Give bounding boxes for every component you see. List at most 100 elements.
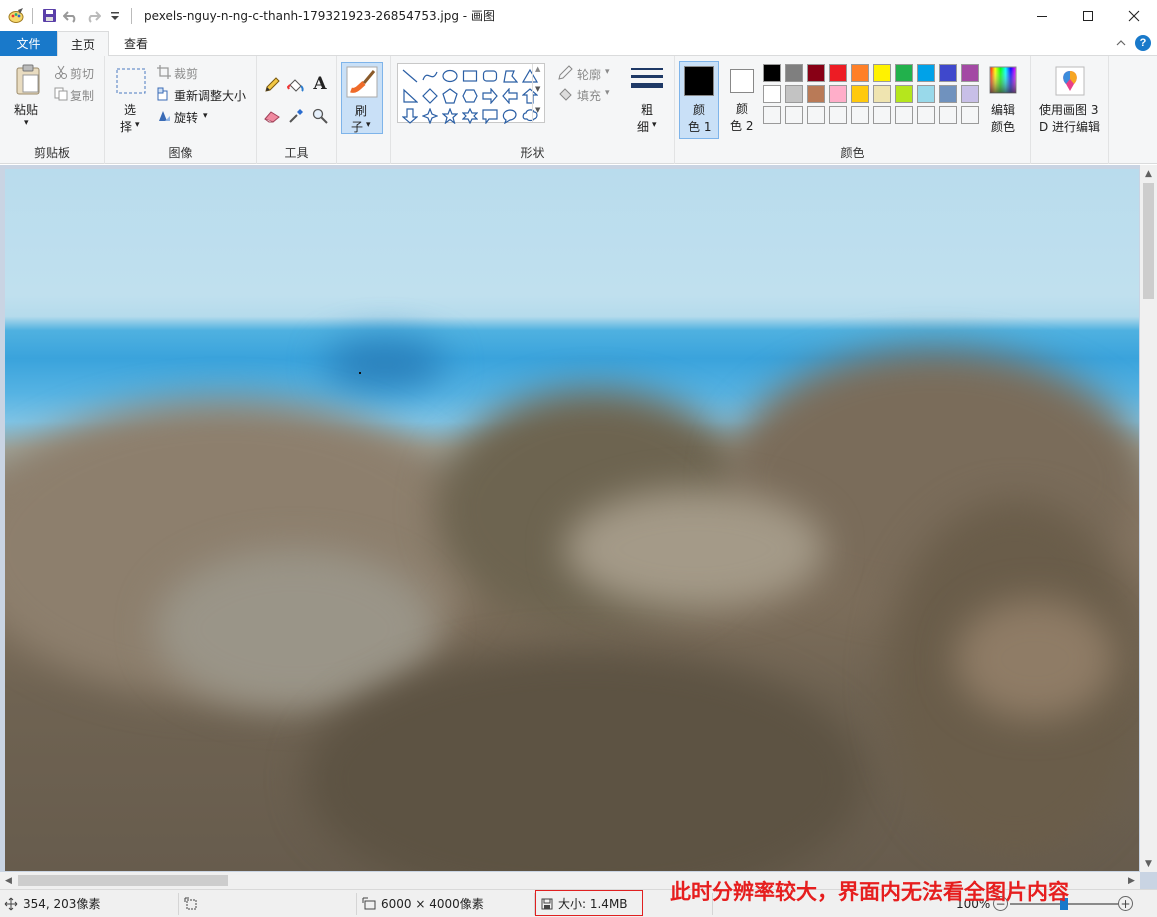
palette-color-swatch[interactable]: [873, 85, 891, 103]
paint3d-icon[interactable]: [1054, 65, 1086, 97]
palette-color-swatch[interactable]: [763, 85, 781, 103]
palette-color-swatch[interactable]: [807, 85, 825, 103]
palette-color-swatch[interactable]: [763, 64, 781, 82]
outline-dropdown-icon[interactable]: ▾: [605, 67, 610, 77]
image-canvas[interactable]: [5, 169, 1139, 871]
palette-color-swatch[interactable]: [961, 64, 979, 82]
palette-color-swatch[interactable]: [917, 85, 935, 103]
shapes-scrollbar[interactable]: ▲ ▼ ▼: [532, 64, 544, 122]
oval-callout-shape-icon[interactable]: [500, 106, 520, 126]
palette-color-swatch[interactable]: [895, 85, 913, 103]
maximize-button[interactable]: [1065, 0, 1111, 31]
select-button-line2[interactable]: 择: [120, 118, 132, 135]
palette-color-swatch[interactable]: [785, 106, 803, 124]
palette-color-swatch[interactable]: [851, 64, 869, 82]
vertical-scroll-thumb[interactable]: [1143, 183, 1154, 299]
palette-color-swatch[interactable]: [939, 64, 957, 82]
save-icon[interactable]: [41, 8, 57, 24]
collapse-ribbon-icon[interactable]: [1115, 38, 1127, 48]
text-tool-icon[interactable]: A: [311, 74, 329, 94]
shapes-scroll-down-icon[interactable]: ▼: [535, 85, 540, 93]
size-label-line2[interactable]: 细: [637, 118, 649, 135]
size-icon[interactable]: [631, 66, 663, 94]
tab-home[interactable]: 主页: [57, 31, 109, 57]
paint-app-icon[interactable]: [8, 7, 24, 24]
size-dropdown-icon[interactable]: ▾: [652, 120, 657, 130]
cut-button[interactable]: 剪切: [70, 65, 94, 82]
right-arrow-shape-icon[interactable]: [480, 86, 500, 106]
scroll-left-icon[interactable]: ◀: [0, 872, 17, 889]
select-button-line1[interactable]: 选: [124, 101, 136, 118]
paste-dropdown-icon[interactable]: ▾: [24, 118, 29, 128]
rectangle-callout-shape-icon[interactable]: [480, 106, 500, 126]
shapes-scroll-up-icon[interactable]: ▲: [535, 65, 540, 73]
palette-color-swatch[interactable]: [895, 64, 913, 82]
undo-icon[interactable]: [63, 8, 79, 24]
palette-color-swatch[interactable]: [763, 106, 781, 124]
minimize-button[interactable]: [1019, 0, 1065, 31]
horizontal-scroll-thumb[interactable]: [18, 875, 228, 886]
resize-button[interactable]: 重新调整大小: [174, 87, 246, 104]
hexagon-shape-icon[interactable]: [460, 86, 480, 106]
line-shape-icon[interactable]: [400, 66, 420, 86]
paint3d-label-line1[interactable]: 使用画图 3: [1039, 101, 1098, 118]
palette-color-swatch[interactable]: [939, 106, 957, 124]
tab-view[interactable]: 查看: [112, 31, 160, 56]
palette-color-swatch[interactable]: [873, 64, 891, 82]
palette-color-swatch[interactable]: [851, 106, 869, 124]
outline-button[interactable]: 轮廓: [577, 66, 601, 83]
edit-colors-icon[interactable]: [988, 65, 1018, 95]
polygon-shape-icon[interactable]: [500, 66, 520, 86]
paste-button[interactable]: 粘贴: [14, 101, 38, 118]
zoom-in-button[interactable]: +: [1118, 896, 1133, 911]
vertical-scrollbar[interactable]: ▲ ▼: [1140, 165, 1157, 872]
five-point-star-shape-icon[interactable]: [440, 106, 460, 126]
select-icon[interactable]: [116, 68, 146, 94]
close-button[interactable]: [1111, 0, 1157, 31]
palette-color-swatch[interactable]: [917, 64, 935, 82]
rectangle-shape-icon[interactable]: [460, 66, 480, 86]
paint3d-label-line2[interactable]: D 进行编辑: [1039, 118, 1100, 135]
palette-color-swatch[interactable]: [917, 106, 935, 124]
palette-color-swatch[interactable]: [829, 85, 847, 103]
edit-colors-label-line1[interactable]: 编辑: [991, 101, 1015, 118]
color-picker-icon[interactable]: [287, 107, 305, 125]
palette-color-swatch[interactable]: [873, 106, 891, 124]
oval-shape-icon[interactable]: [440, 66, 460, 86]
palette-color-swatch[interactable]: [785, 64, 803, 82]
redo-icon[interactable]: [85, 8, 101, 24]
diamond-shape-icon[interactable]: [420, 86, 440, 106]
palette-color-swatch[interactable]: [785, 85, 803, 103]
color1-button[interactable]: 颜 色 1: [679, 61, 719, 139]
scroll-up-icon[interactable]: ▲: [1140, 165, 1157, 182]
palette-color-swatch[interactable]: [807, 106, 825, 124]
palette-color-swatch[interactable]: [807, 64, 825, 82]
palette-color-swatch[interactable]: [961, 85, 979, 103]
six-point-star-shape-icon[interactable]: [460, 106, 480, 126]
copy-button[interactable]: 复制: [70, 87, 94, 104]
palette-color-swatch[interactable]: [851, 85, 869, 103]
palette-color-swatch[interactable]: [961, 106, 979, 124]
customize-quick-access-icon[interactable]: [107, 8, 123, 24]
four-point-star-shape-icon[interactable]: [420, 106, 440, 126]
right-triangle-shape-icon[interactable]: [400, 86, 420, 106]
select-dropdown-icon[interactable]: ▾: [135, 120, 140, 130]
help-icon[interactable]: ?: [1135, 35, 1151, 51]
scroll-down-icon[interactable]: ▼: [1140, 855, 1157, 872]
magnifier-icon[interactable]: [311, 107, 329, 125]
color2-button[interactable]: 颜 色 2: [725, 61, 765, 139]
palette-color-swatch[interactable]: [895, 106, 913, 124]
shapes-expand-icon[interactable]: ▼: [535, 106, 540, 114]
palette-color-swatch[interactable]: [939, 85, 957, 103]
down-arrow-shape-icon[interactable]: [400, 106, 420, 126]
brushes-button[interactable]: 刷 子 ▾: [341, 62, 383, 134]
rotate-dropdown-icon[interactable]: ▾: [203, 111, 208, 121]
size-label-line1[interactable]: 粗: [641, 101, 653, 118]
palette-color-swatch[interactable]: [829, 64, 847, 82]
tab-file[interactable]: 文件: [0, 31, 57, 56]
palette-color-swatch[interactable]: [829, 106, 847, 124]
crop-button[interactable]: 裁剪: [174, 65, 198, 82]
fill-bucket-icon[interactable]: [287, 76, 305, 94]
paste-icon[interactable]: [14, 64, 42, 96]
fill-dropdown-icon[interactable]: ▾: [605, 88, 610, 98]
